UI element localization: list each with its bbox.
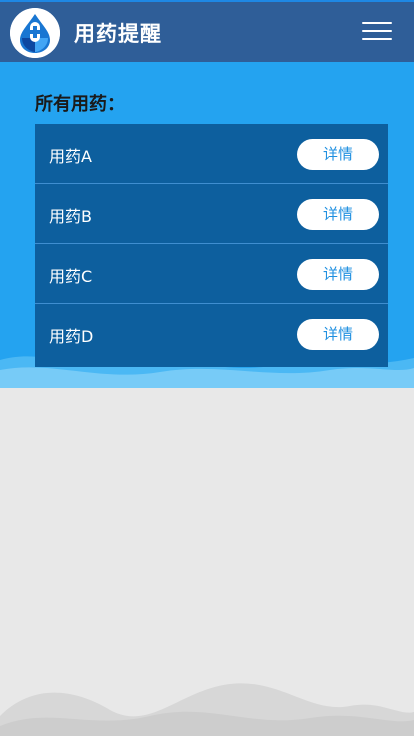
pill-drop-logo-icon <box>10 8 60 58</box>
list-item: 用药C 详情 <box>35 244 388 304</box>
list-item: 用药A 详情 <box>35 124 388 184</box>
medication-list: 用药A 详情 用药B 详情 用药C 详情 用药D 详情 <box>35 124 388 367</box>
list-item: 用药B 详情 <box>35 184 388 244</box>
medication-banner: 所有用药： 用药A 详情 用药B 详情 用药C 详情 用药D 详情 <box>0 62 414 388</box>
hamburger-menu-icon[interactable] <box>362 20 394 44</box>
app-title: 用药提醒 <box>74 22 162 46</box>
list-item: 用药D 详情 <box>35 304 388 364</box>
section-title: 所有用药： <box>35 94 125 115</box>
app-page: 用药提醒 所有用药： 用药A 详情 用药B 详情 用药C 详情 用药D 详情 <box>0 0 414 736</box>
detail-button[interactable]: 详情 <box>297 259 379 290</box>
medication-name: 用药D <box>49 327 94 346</box>
medication-name: 用药C <box>49 267 93 286</box>
top-header: 用药提醒 <box>0 0 414 62</box>
medication-name: 用药A <box>49 147 92 166</box>
detail-button[interactable]: 详情 <box>297 319 379 350</box>
medication-name: 用药B <box>49 207 92 226</box>
detail-button[interactable]: 详情 <box>297 139 379 170</box>
detail-button[interactable]: 详情 <box>297 199 379 230</box>
bottom-wave-decoration <box>0 683 414 736</box>
